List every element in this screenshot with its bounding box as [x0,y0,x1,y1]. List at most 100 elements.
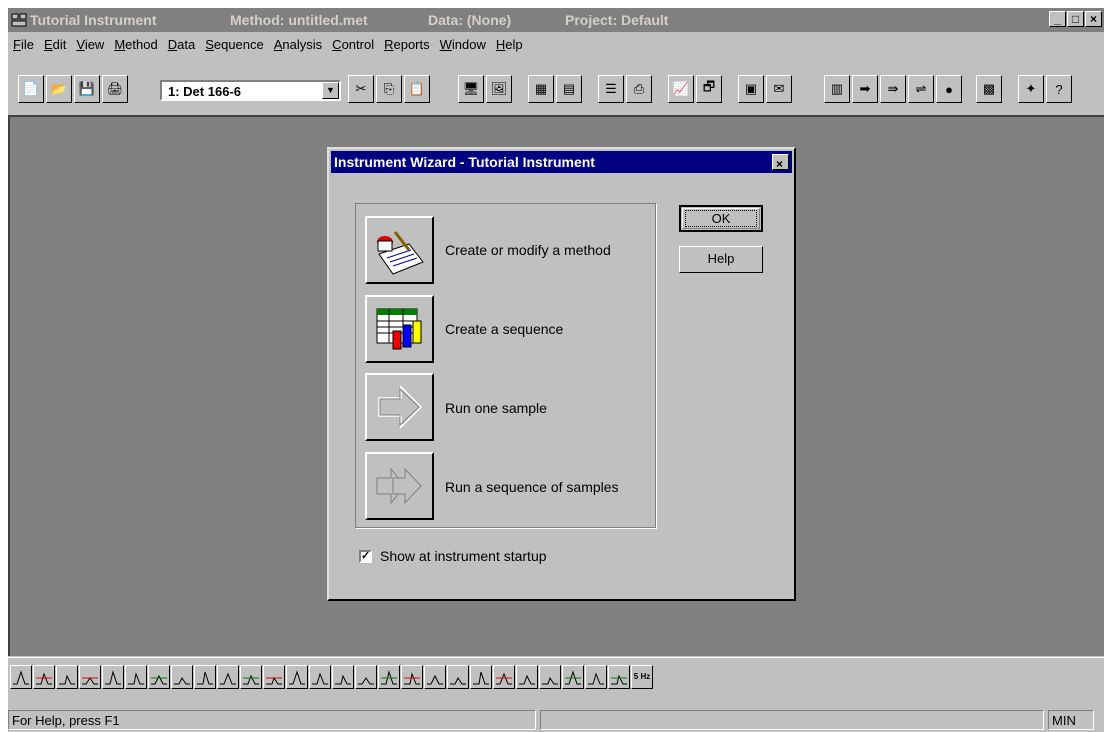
integration-tool-button[interactable] [125,665,147,689]
startup-checkbox[interactable]: ✓ [359,550,372,563]
integration-tool-button[interactable] [332,665,354,689]
menu-item[interactable]: Method [109,37,162,52]
menu-item[interactable]: Sequence [200,37,269,52]
integration-tool-button[interactable] [539,665,561,689]
create-method-button[interactable] [365,216,434,284]
integration-tool-button[interactable]: 5 Hz [631,665,653,689]
integration-tool-button[interactable] [401,665,423,689]
title-app: Tutorial Instrument [30,12,157,28]
peak-icon [588,672,604,685]
menu-item[interactable]: Window [435,37,491,52]
detector-select[interactable]: 1: Det 166-6 ▼ [160,80,341,101]
palette-button[interactable]: ▩ [976,75,1002,103]
integration-tool-button[interactable] [56,665,78,689]
calculator-icon: ▣ [744,81,758,96]
peak-icon [473,671,489,685]
peak-icon [519,674,535,685]
table-button[interactable]: ▦ [528,75,554,103]
new-button[interactable]: 📄 [18,75,44,103]
create-sequence-button[interactable] [365,295,434,363]
integration-tool-button[interactable] [447,665,469,689]
open-icon: 📂 [50,81,68,96]
help-icon: ? [1055,81,1063,97]
flow-icon: ⇌ [915,81,927,96]
integration-tool-button[interactable] [355,665,377,689]
calculator-button[interactable]: ▣ [738,75,764,103]
sequence-icon [376,308,422,350]
peak-icon [13,670,29,685]
properties-button[interactable]: 🗗 [696,75,722,103]
integration-tool-button[interactable] [171,665,193,689]
graph-button[interactable]: 📈 [668,75,694,103]
integration-tool-button[interactable] [585,665,607,689]
integration-tool-button[interactable] [286,665,308,689]
chevron-down-icon[interactable]: ▼ [322,82,339,99]
integration-tool-button[interactable] [33,665,55,689]
stop-button[interactable]: ● [936,75,962,103]
menu-item[interactable]: File [8,37,39,52]
cut-button[interactable]: ✂ [348,75,374,103]
minimize-button[interactable]: _ [1049,11,1066,27]
list-icon: ☰ [605,81,617,96]
open-button[interactable]: 📂 [46,75,72,103]
export-button[interactable]: ⎙ [626,75,652,103]
run-double-arrow-button[interactable]: ⇛ [880,75,906,103]
flow-button[interactable]: ⇌ [908,75,934,103]
peak-icon [174,677,190,685]
ok-button[interactable]: OK [679,205,763,232]
integration-tool-button[interactable] [148,665,170,689]
integration-tool-button[interactable] [79,665,101,689]
print-button[interactable]: 🖨 [102,75,128,103]
menu-item[interactable]: Reports [379,37,435,52]
integration-tool-button[interactable] [424,665,446,689]
peak-icon [611,674,627,685]
integration-tool-button[interactable] [10,665,32,689]
menu-item[interactable]: Help [491,37,528,52]
menu-item[interactable]: Edit [39,37,71,52]
integration-tool-button[interactable] [240,665,262,689]
image-button[interactable]: 🖼 [486,75,512,103]
menu-item[interactable]: Data [163,37,200,52]
grid-button[interactable]: ▤ [556,75,582,103]
close-window-button[interactable]: × [1085,11,1102,27]
help-button[interactable]: ? [1046,75,1072,103]
chart-button[interactable]: ▥ [824,75,850,103]
run-sequence-button[interactable] [365,452,434,520]
integration-tool-button[interactable] [608,665,630,689]
dialog-close-button[interactable]: × [772,154,789,171]
report-button[interactable]: ✉ [766,75,792,103]
list-button[interactable]: ☰ [598,75,624,103]
integration-tool-button[interactable] [309,665,331,689]
save-button[interactable]: 💾 [74,75,100,103]
grid-icon: ▤ [562,81,576,96]
integration-tool-button[interactable] [493,665,515,689]
menu-item[interactable]: Control [327,37,379,52]
help-button[interactable]: Help [679,246,763,273]
integration-tool-button[interactable] [263,665,285,689]
run-one-sample-button[interactable] [365,373,434,441]
integration-tool-button[interactable] [562,665,584,689]
integration-tool-button[interactable] [470,665,492,689]
peak-icon [335,674,351,685]
print-icon: 🖨 [106,81,124,96]
maximize-button[interactable]: □ [1067,11,1084,27]
integration-tool-button[interactable] [194,665,216,689]
peak-icon [358,677,374,685]
integration-tool-button[interactable] [378,665,400,689]
peak-icon [128,672,144,685]
wand-button[interactable]: ✦ [1018,75,1044,103]
table-icon: ▦ [534,81,548,96]
copy-button[interactable]: ⎘ [376,75,402,103]
integration-tool-button[interactable] [102,665,124,689]
startup-checkbox-label[interactable]: Show at instrument startup [380,548,547,564]
menu-item[interactable]: Analysis [269,37,327,52]
palette-icon: ▩ [982,81,996,96]
paste-button[interactable]: 📋 [404,75,430,103]
run-arrow-button[interactable]: ➡ [852,75,878,103]
integration-tool-button[interactable] [217,665,239,689]
integration-tool-button[interactable] [516,665,538,689]
peak-icon [59,674,75,685]
peak-icon [381,670,397,685]
monitor-button[interactable]: 🖥 [458,75,484,103]
menu-item[interactable]: View [71,37,109,52]
